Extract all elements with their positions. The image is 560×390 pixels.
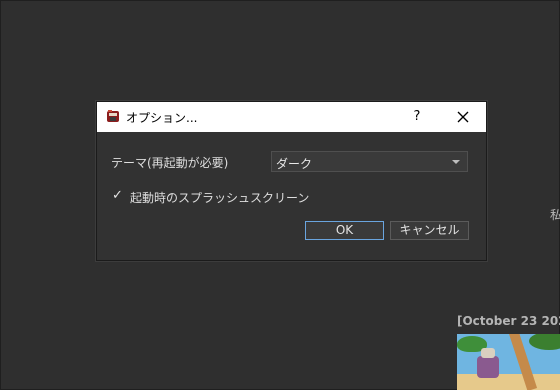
dialog-title: オプション... xyxy=(126,111,198,125)
cancel-button[interactable]: キャンセル xyxy=(390,221,469,240)
thumbnail-character-head xyxy=(481,348,495,358)
thumbnail-character xyxy=(477,356,499,378)
theme-select-value: ダーク xyxy=(276,157,313,171)
post-date: [October 23 2022 xyxy=(457,314,560,328)
theme-select[interactable]: ダーク xyxy=(271,151,468,172)
close-icon[interactable] xyxy=(453,107,473,127)
app-icon xyxy=(107,110,119,122)
side-text: 私 xyxy=(549,208,560,222)
help-button[interactable]: ? xyxy=(409,107,425,127)
ok-button[interactable]: OK xyxy=(305,221,384,240)
splash-label[interactable]: 起動時のスプラッシュスクリーン xyxy=(130,189,309,206)
post-thumbnail[interactable] xyxy=(457,334,560,390)
screen: 私 [October 23 2022 オプション... ? テーマ(再起動が必要… xyxy=(0,0,560,390)
splash-checkbox[interactable]: ✓ xyxy=(112,189,123,202)
chevron-down-icon xyxy=(452,160,460,164)
theme-label: テーマ(再起動が必要) xyxy=(111,156,229,170)
options-dialog: オプション... ? テーマ(再起動が必要) ダーク ✓ 起動時のスプラッシュス… xyxy=(96,101,487,261)
thumbnail-sand xyxy=(457,374,560,390)
dialog-titlebar[interactable]: オプション... ? xyxy=(97,102,486,132)
